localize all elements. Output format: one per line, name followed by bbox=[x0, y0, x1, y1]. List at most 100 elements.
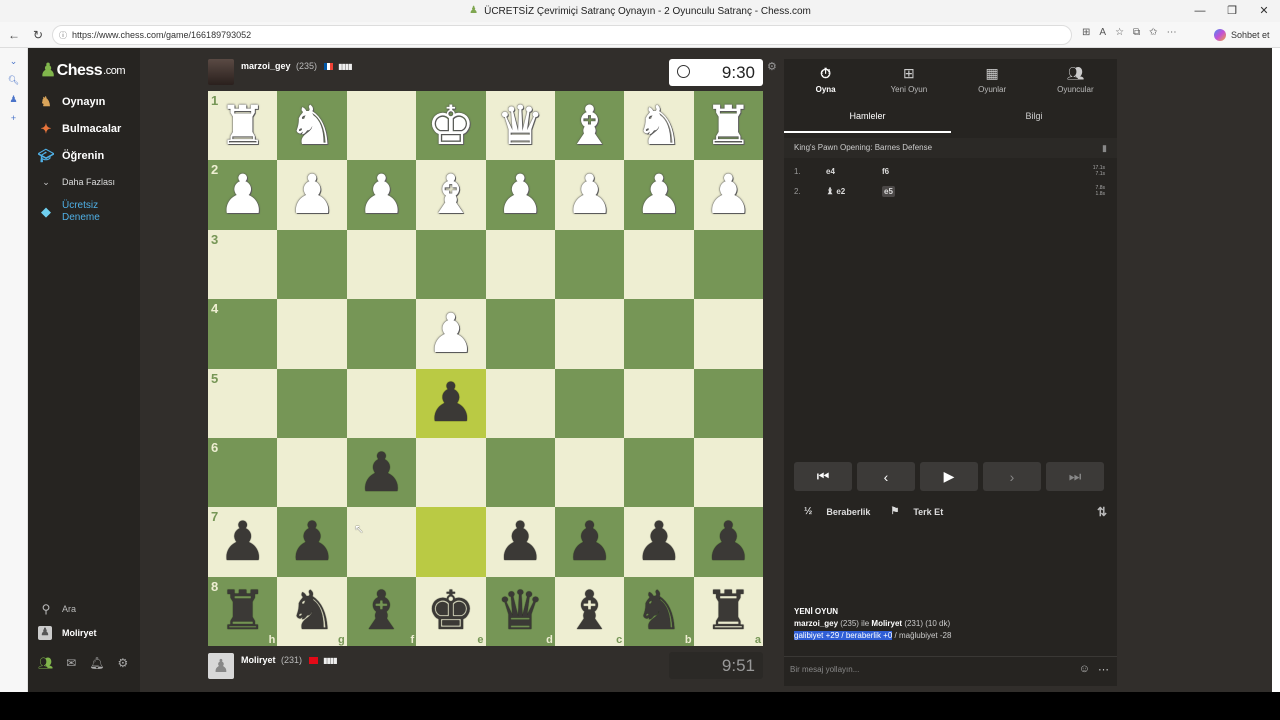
board-square[interactable]: ♟ bbox=[485, 160, 555, 230]
board-settings-gear-icon[interactable]: ⚙ bbox=[767, 60, 777, 73]
board-square[interactable] bbox=[554, 368, 625, 438]
board-square[interactable] bbox=[624, 368, 694, 438]
sidebar-item-play[interactable]: ♞ Oynayın bbox=[38, 94, 105, 110]
draw-button[interactable]: ½ Beraberlik bbox=[794, 506, 870, 517]
friends-icon[interactable]: 👥︎ bbox=[38, 656, 53, 670]
board-square[interactable] bbox=[554, 437, 625, 508]
board-square[interactable] bbox=[346, 299, 417, 369]
avatar[interactable]: ♟ bbox=[208, 653, 234, 679]
board-square[interactable]: ♚ bbox=[416, 91, 486, 161]
tab-info[interactable]: Bilgi bbox=[951, 105, 1117, 133]
black-pawn-icon[interactable]: ♟ bbox=[565, 514, 613, 569]
black-pawn-icon[interactable]: ♟ bbox=[427, 376, 475, 430]
board-square[interactable] bbox=[346, 507, 417, 577]
messages-icon[interactable]: ✉ bbox=[66, 656, 76, 670]
tab-players[interactable]: 👥︎ Oyuncular bbox=[1034, 59, 1117, 99]
board-square[interactable] bbox=[624, 437, 694, 508]
board-square[interactable]: ♞ bbox=[624, 91, 694, 161]
emoji-icon[interactable]: ☺ bbox=[1079, 663, 1090, 676]
black-rook-icon[interactable]: ♜ bbox=[704, 584, 752, 638]
first-move-button[interactable]: ⏮ bbox=[794, 462, 852, 491]
board-square[interactable]: ♟ bbox=[346, 160, 417, 230]
white-rook-icon[interactable]: ♜ bbox=[218, 98, 266, 153]
avatar[interactable] bbox=[208, 59, 234, 85]
board-square[interactable]: ♟ bbox=[416, 299, 486, 369]
chat-input[interactable]: Bir mesaj yollayın... ☺ ⋯ bbox=[784, 656, 1117, 682]
white-pawn-icon[interactable]: ♟ bbox=[496, 168, 544, 222]
settings-gear-icon[interactable]: ⚙ bbox=[118, 656, 129, 670]
black-pawn-icon[interactable]: ♟ bbox=[704, 514, 752, 569]
search-icon[interactable]: 🔍︎ bbox=[0, 75, 27, 86]
board-square[interactable]: 7 ♟ bbox=[208, 507, 278, 577]
sidebar-item-puzzles[interactable]: ✦ Bulmacalar bbox=[38, 121, 122, 137]
url-field[interactable]: ⓘ https://www.chess.com/game/16618979305… bbox=[52, 25, 1072, 45]
sidebar-item-more[interactable]: ⌄ Daha Fazlası bbox=[38, 174, 115, 190]
board-square[interactable]: 4 bbox=[208, 299, 278, 369]
user-icon[interactable]: ♟ bbox=[0, 94, 27, 105]
black-pawn-icon[interactable]: ♟ bbox=[635, 514, 683, 569]
board-square[interactable]: ♜ bbox=[693, 91, 763, 161]
chess-logo[interactable]: ♟ Chess .com bbox=[40, 60, 126, 81]
board-square[interactable] bbox=[277, 229, 347, 300]
board-square[interactable]: 8 h ♜ bbox=[208, 576, 278, 646]
white-rook-icon[interactable]: ♜ bbox=[704, 98, 752, 153]
black-knight-icon[interactable]: ♞ bbox=[635, 584, 683, 638]
board-square[interactable] bbox=[485, 299, 555, 369]
white-knight-icon[interactable]: ♞ bbox=[288, 98, 336, 153]
back-button[interactable]: ← bbox=[4, 28, 24, 42]
tab-moves[interactable]: Hamleler bbox=[784, 105, 951, 133]
board-square[interactable] bbox=[416, 437, 486, 508]
white-pawn-icon[interactable]: ♟ bbox=[357, 168, 405, 222]
black-bishop-icon[interactable]: ♝ bbox=[357, 584, 405, 638]
white-knight-icon[interactable]: ♞ bbox=[635, 98, 683, 153]
board-square[interactable] bbox=[554, 229, 625, 300]
board-square[interactable] bbox=[554, 299, 625, 369]
favorite-star-icon[interactable]: ☆ bbox=[1115, 27, 1124, 38]
board-square[interactable]: c ♝ bbox=[554, 576, 625, 646]
board-square[interactable] bbox=[416, 507, 486, 577]
board-square[interactable]: ♟ bbox=[554, 160, 625, 230]
top-player-name[interactable]: marzoi_gey bbox=[241, 61, 291, 71]
black-move-current[interactable]: e5 bbox=[882, 185, 895, 197]
sidebar-search[interactable]: ⚲ Ara bbox=[38, 602, 76, 616]
sidebar-user[interactable]: ♟ Moliryet bbox=[38, 626, 97, 640]
black-knight-icon[interactable]: ♞ bbox=[288, 584, 336, 638]
white-move[interactable]: ♝ e2 bbox=[816, 186, 882, 197]
add-icon[interactable]: + bbox=[0, 113, 27, 123]
board-square[interactable]: ♟ bbox=[624, 507, 694, 577]
board-square[interactable] bbox=[693, 229, 763, 300]
board-square[interactable] bbox=[346, 229, 417, 300]
board-square[interactable]: ♟ bbox=[485, 507, 555, 577]
tab-play[interactable]: ⏱ Oyna bbox=[784, 59, 867, 99]
board-square[interactable]: 3 bbox=[208, 229, 278, 300]
black-bishop-icon[interactable]: ♝ bbox=[565, 584, 613, 638]
collections-icon[interactable]: ✩ bbox=[1149, 27, 1157, 38]
split-screen-icon[interactable]: ⧉ bbox=[1133, 27, 1140, 38]
board-square[interactable]: 5 bbox=[208, 368, 278, 438]
chess-board[interactable]: 1 ♜ ♞ ♚ ♛ ♝ ♞ ♜ 2 ♟ ♟ ♟ ♝ ♟ ♟ ♟ ♟ 3 4 ♟ 5 ♟ 6 ♟ 7 ♟ ♟ ♟ ♟ ♟ ♟ 8 h ♜ g ♞ f ♝ e ♚… bbox=[208, 91, 763, 646]
white-pawn-icon[interactable]: ♟ bbox=[565, 168, 613, 222]
board-square[interactable]: ♟ bbox=[277, 507, 347, 577]
black-pawn-icon[interactable]: ♟ bbox=[496, 514, 544, 569]
board-square[interactable]: ♝ bbox=[554, 91, 625, 161]
player1-name[interactable]: marzoi_gey bbox=[794, 619, 838, 628]
white-move[interactable]: e4 bbox=[816, 167, 882, 176]
black-queen-icon[interactable]: ♛ bbox=[496, 584, 544, 638]
board-square[interactable] bbox=[346, 368, 417, 438]
white-king-icon[interactable]: ♚ bbox=[427, 98, 475, 153]
board-square[interactable]: ♟ bbox=[624, 160, 694, 230]
board-square[interactable]: ♟ bbox=[554, 507, 625, 577]
board-square[interactable]: ♟ bbox=[277, 160, 347, 230]
board-square[interactable] bbox=[693, 299, 763, 369]
more-menu-icon[interactable]: ⋯ bbox=[1167, 27, 1177, 38]
board-square[interactable] bbox=[624, 299, 694, 369]
sidebar-item-free-trial[interactable]: ◆ Ücretsiz Deneme bbox=[38, 200, 100, 224]
white-bishop-icon[interactable]: ♝ bbox=[565, 98, 613, 153]
app-available-icon[interactable]: ⊞ bbox=[1082, 27, 1090, 38]
board-square[interactable] bbox=[693, 368, 763, 438]
board-square[interactable] bbox=[346, 91, 417, 161]
board-square[interactable]: ♞ bbox=[277, 91, 347, 161]
board-square[interactable] bbox=[624, 229, 694, 300]
notifications-icon[interactable]: 🔔︎ bbox=[89, 656, 104, 670]
white-queen-icon[interactable]: ♛ bbox=[496, 98, 544, 153]
